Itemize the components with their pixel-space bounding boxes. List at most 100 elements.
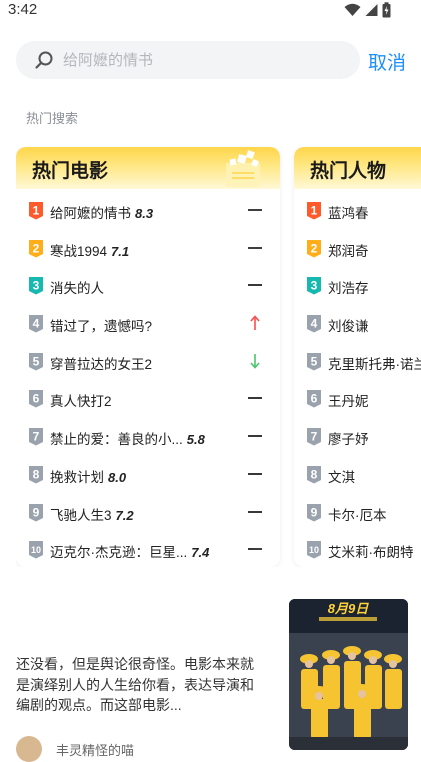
battery-icon bbox=[382, 2, 391, 18]
svg-text:9: 9 bbox=[311, 505, 318, 519]
card-header: 热门电影 bbox=[16, 147, 280, 189]
person-name: 廖子妤 bbox=[328, 432, 369, 448]
trend-down-icon bbox=[250, 353, 260, 369]
svg-text:10: 10 bbox=[309, 545, 319, 555]
search-row: 取消 bbox=[16, 41, 411, 79]
svg-text:8: 8 bbox=[33, 467, 40, 481]
svg-text:9: 9 bbox=[33, 505, 40, 519]
movie-rank-item[interactable]: 7 禁止的爱：善良的小... 5.8 bbox=[16, 418, 280, 456]
status-icons bbox=[344, 2, 391, 18]
trend-flat-icon bbox=[248, 510, 262, 513]
movie-title: 消失的人 bbox=[50, 281, 104, 297]
rank-badge: 4 bbox=[307, 315, 321, 333]
hot-movies-card: 热门电影 1 给阿嬷的情书 8.3 2 寒战1994 7.1 3 消失的人 4 错过了，遗憾吗? 5… bbox=[16, 147, 280, 567]
rank-badge: 1 bbox=[29, 202, 43, 220]
status-bar: 3:42 bbox=[0, 0, 421, 22]
wifi-icon bbox=[344, 3, 361, 16]
movie-rank-item[interactable]: 3 消失的人 bbox=[16, 267, 280, 305]
search-box[interactable] bbox=[16, 41, 360, 79]
person-name: 郑润奇 bbox=[328, 243, 369, 259]
person-rank-item[interactable]: 9 卡尔·厄本 bbox=[294, 494, 421, 532]
movie-rank-item[interactable]: 10 迈克尔·杰克逊：巨星... 7.4 bbox=[16, 531, 280, 567]
svg-text:2: 2 bbox=[311, 241, 318, 255]
rank-badge: 8 bbox=[29, 465, 43, 484]
rank-badge: 5 bbox=[29, 352, 43, 371]
movie-title: 飞驰人生3 7.2 bbox=[50, 507, 134, 523]
person-name: 王丹妮 bbox=[328, 394, 369, 410]
rank-badge: 1 bbox=[307, 202, 321, 220]
svg-text:2: 2 bbox=[33, 241, 40, 255]
svg-text:8: 8 bbox=[311, 467, 318, 481]
movie-score: 7.4 bbox=[191, 545, 210, 561]
svg-text:4: 4 bbox=[311, 317, 318, 331]
person-rank-item[interactable]: 3 刘浩存 bbox=[294, 267, 421, 305]
svg-text:3: 3 bbox=[311, 279, 318, 293]
cancel-button[interactable]: 取消 bbox=[368, 48, 406, 75]
ranking-cards: 热门电影 1 给阿嬷的情书 8.3 2 寒战1994 7.1 3 消失的人 4 错过了，遗憾吗? 5… bbox=[16, 147, 421, 567]
person-rank-item[interactable]: 6 王丹妮 bbox=[294, 380, 421, 418]
search-icon bbox=[35, 51, 53, 69]
svg-text:1: 1 bbox=[33, 204, 40, 218]
rank-badge: 9 bbox=[29, 503, 43, 521]
trend-flat-icon bbox=[248, 209, 262, 211]
person-rank-item[interactable]: 2 郑润奇 bbox=[294, 230, 421, 268]
movie-score: 7.2 bbox=[115, 507, 134, 523]
rank-badge: 9 bbox=[307, 503, 321, 521]
movie-title: 真人快打2 bbox=[50, 394, 112, 410]
svg-text:4: 4 bbox=[33, 317, 40, 331]
movie-title: 错过了，遗憾吗? bbox=[50, 319, 153, 335]
movie-score: 8.3 bbox=[135, 206, 154, 221]
search-input[interactable] bbox=[63, 41, 343, 79]
trend-flat-icon bbox=[248, 435, 262, 438]
avatar[interactable] bbox=[16, 736, 42, 762]
movie-title: 挽救计划 8.0 bbox=[50, 469, 127, 485]
movie-rank-item[interactable]: 9 飞驰人生3 7.2 bbox=[16, 494, 280, 532]
movie-rank-item[interactable]: 8 挽救计划 8.0 bbox=[16, 456, 280, 494]
svg-text:5: 5 bbox=[33, 354, 40, 368]
movie-title: 禁止的爱：善良的小... 5.8 bbox=[50, 432, 205, 448]
person-rank-item[interactable]: 4 刘俊谦 bbox=[294, 305, 421, 343]
movie-rank-list: 1 给阿嬷的情书 8.3 2 寒战1994 7.1 3 消失的人 4 错过了，遗憾吗? 5 穿普拉达的… bbox=[16, 192, 280, 567]
movie-title: 寒战1994 7.1 bbox=[50, 243, 130, 259]
rank-badge: 7 bbox=[307, 428, 321, 446]
movie-rank-item[interactable]: 2 寒战1994 7.1 bbox=[16, 230, 280, 268]
movie-rank-item[interactable]: 5 穿普拉达的女王2 bbox=[16, 343, 280, 381]
person-name: 卡尔·厄本 bbox=[328, 507, 387, 523]
trend-flat-icon bbox=[248, 548, 262, 551]
rank-badge: 6 bbox=[29, 390, 43, 408]
movie-score: 5.8 bbox=[186, 432, 205, 448]
person-name: 克里斯托弗·诺兰 bbox=[328, 356, 421, 372]
svg-text:7: 7 bbox=[311, 430, 318, 444]
movie-rank-item[interactable]: 1 给阿嬷的情书 8.3 bbox=[16, 192, 280, 230]
movie-title: 穿普拉达的女王2 bbox=[50, 356, 153, 372]
movie-score: 7.1 bbox=[111, 243, 130, 259]
card-header: 热门人物 bbox=[294, 147, 421, 189]
movie-title: 迈克尔·杰克逊：巨星... 7.4 bbox=[50, 545, 210, 561]
rank-badge: 4 bbox=[29, 315, 43, 333]
rank-badge: 6 bbox=[307, 390, 321, 408]
svg-text:6: 6 bbox=[311, 392, 318, 406]
rank-badge: 2 bbox=[307, 239, 321, 258]
person-rank-item[interactable]: 1 蓝鸿春 bbox=[294, 192, 421, 230]
article-thumbnail[interactable]: 8月9日 bbox=[289, 599, 408, 750]
people-rank-list: 1 蓝鸿春 2 郑润奇 3 刘浩存 4 刘俊谦 5 克里斯托弗·诺兰 6 王丹妮 7 廖子妤 8 文淇 9 卡尔·… bbox=[294, 192, 421, 567]
person-name: 刘俊谦 bbox=[328, 319, 369, 335]
person-rank-item[interactable]: 5 克里斯托弗·诺兰 bbox=[294, 343, 421, 381]
thumb-caption: 8月9日 bbox=[328, 601, 369, 616]
trend-flat-icon bbox=[248, 246, 262, 249]
rank-badge: 10 bbox=[29, 541, 43, 559]
person-rank-item[interactable]: 7 廖子妤 bbox=[294, 418, 421, 456]
rank-badge: 5 bbox=[307, 352, 321, 371]
article-excerpt: 还没看，但是舆论很奇怪。电影本来就是演绎别人的人生给你看，表达导演和编剧的观点。… bbox=[16, 656, 254, 713]
rank-badge: 3 bbox=[307, 277, 321, 295]
rank-badge: 8 bbox=[307, 465, 321, 484]
rank-badge: 2 bbox=[29, 239, 43, 258]
svg-text:10: 10 bbox=[31, 545, 41, 555]
person-rank-item[interactable]: 10 艾米莉·布朗特 bbox=[294, 531, 421, 567]
movie-rank-item[interactable]: 6 真人快打2 bbox=[16, 380, 280, 418]
article-card[interactable]: 还没看，但是舆论很奇怪。电影本来就是演绎别人的人生给你看，表达导演和编剧的观点。… bbox=[0, 598, 421, 762]
movie-score: 8.0 bbox=[108, 469, 127, 485]
trend-flat-icon bbox=[248, 397, 262, 400]
person-rank-item[interactable]: 8 文淇 bbox=[294, 456, 421, 494]
movie-rank-item[interactable]: 4 错过了，遗憾吗? bbox=[16, 305, 280, 343]
